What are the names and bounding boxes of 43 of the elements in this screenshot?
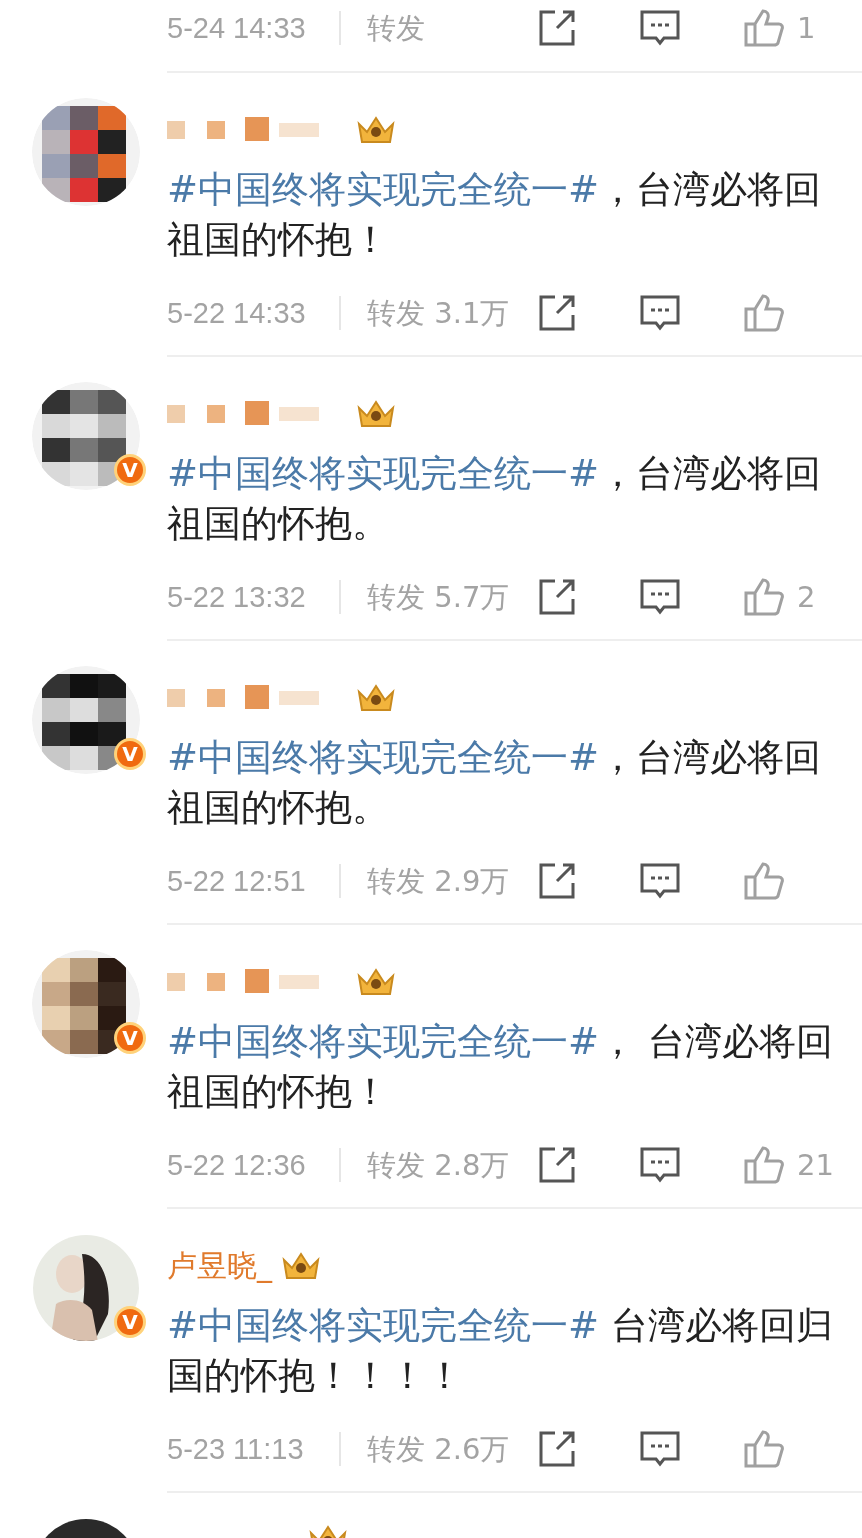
share-icon[interactable] — [537, 293, 577, 333]
thumbs-up-icon[interactable] — [743, 861, 785, 901]
verified-badge: V — [114, 738, 146, 770]
thumbs-up-icon[interactable] — [743, 1429, 785, 1469]
comment-icon[interactable] — [639, 8, 681, 48]
thumbs-up-icon[interactable] — [743, 577, 785, 617]
post-text: #中国终将实现完全统一#，台湾必将回 祖国的怀抱。 — [167, 451, 822, 547]
repost-count[interactable]: 转发 — [367, 10, 537, 46]
share-icon[interactable] — [537, 8, 577, 48]
repost-count[interactable]: 转发 2.8万 — [367, 1147, 537, 1183]
repost-count[interactable]: 转发 2.6万 — [367, 1431, 537, 1467]
thumbs-up-icon[interactable] — [743, 8, 785, 48]
post-text: #中国终将实现完全统一# 台湾必将回归 国的怀抱！！！！ — [167, 1303, 834, 1399]
post-time: 5-22 14:33 — [167, 296, 307, 331]
user-name[interactable]: 卢昱晓_ — [167, 1248, 272, 1284]
like-count: 2 — [797, 580, 816, 614]
comment-icon[interactable] — [639, 1145, 681, 1185]
comment-icon[interactable] — [639, 293, 681, 333]
share-icon[interactable] — [537, 1145, 577, 1185]
verified-badge: V — [114, 1022, 146, 1054]
post-time: 5-22 12:36 — [167, 1148, 307, 1183]
comment-icon[interactable] — [639, 861, 681, 901]
post-text: #中国终将实现完全统一#，台湾必将回 祖国的怀抱！ — [167, 167, 822, 263]
like-count: 1 — [797, 11, 816, 45]
repost-count[interactable]: 转发 5.7万 — [367, 579, 537, 615]
share-icon[interactable] — [537, 1429, 577, 1469]
post-time: 5-23 11:13 — [167, 1432, 305, 1467]
comment-icon[interactable] — [639, 577, 681, 617]
post-text: #中国终将实现完全统一#， 台湾必将回 祖国的怀抱！ — [167, 1019, 834, 1115]
post-time: 5-24 14:33 — [167, 11, 307, 46]
repost-count[interactable]: 转发 2.9万 — [367, 863, 537, 899]
thumbs-up-icon[interactable] — [743, 293, 785, 333]
share-icon[interactable] — [537, 577, 577, 617]
verified-badge: V — [114, 1306, 146, 1338]
post-time: 5-22 13:32 — [167, 580, 307, 615]
comment-icon[interactable] — [639, 1429, 681, 1469]
repost-count[interactable]: 转发 3.1万 — [367, 295, 537, 331]
thumbs-up-icon[interactable] — [743, 1145, 785, 1185]
like-count: 21 — [797, 1148, 834, 1182]
share-icon[interactable] — [537, 861, 577, 901]
post-time: 5-22 12:51 — [167, 864, 307, 899]
post-text: #中国终将实现完全统一#，台湾必将回 祖国的怀抱。 — [167, 735, 822, 831]
verified-badge: V — [114, 454, 146, 486]
